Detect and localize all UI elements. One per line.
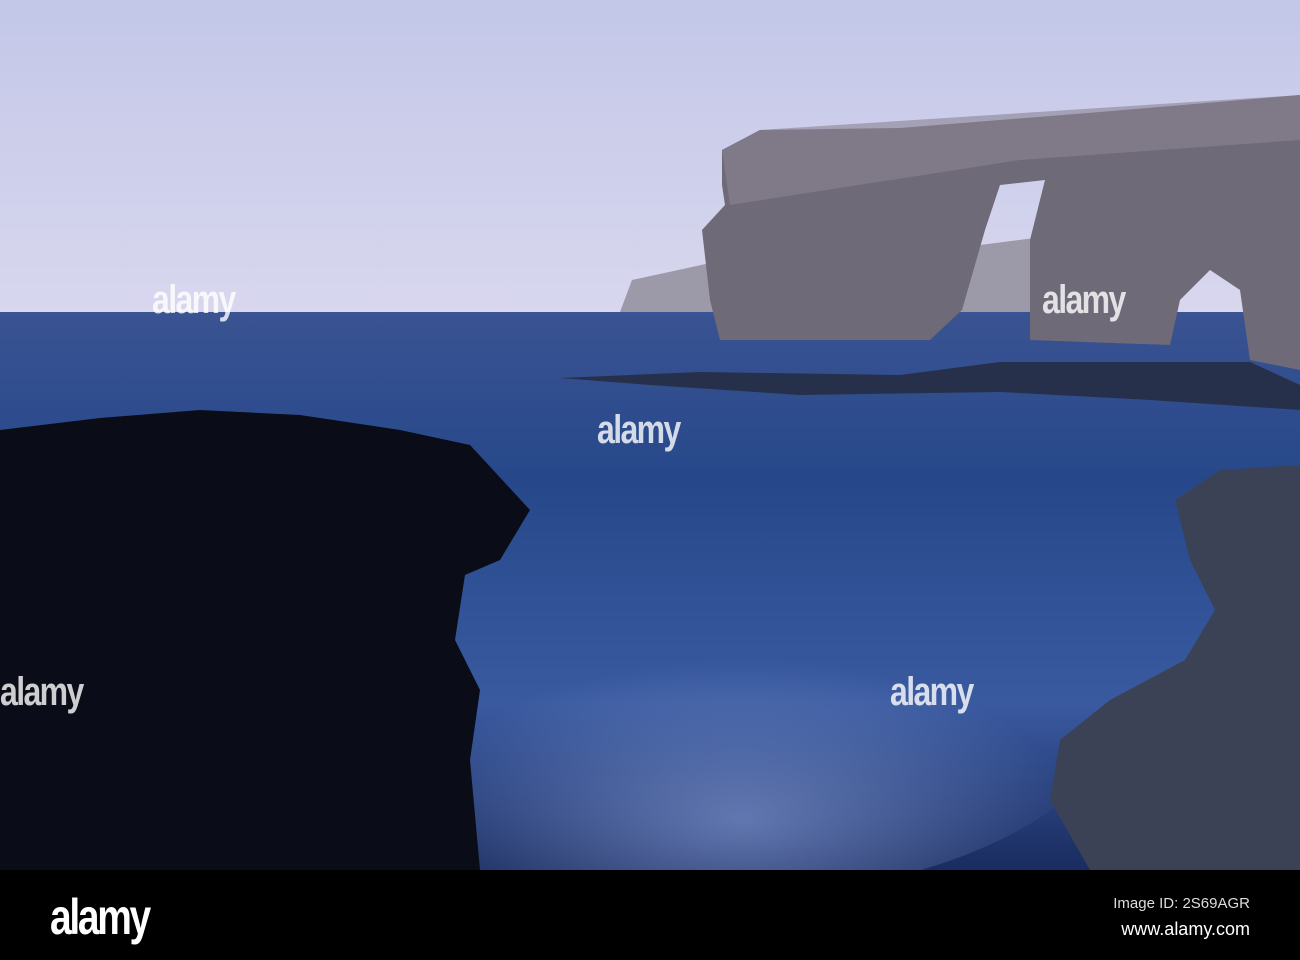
site-url: www.alamy.com — [1121, 919, 1250, 939]
alamy-logo: alamy — [50, 889, 151, 945]
watermark: alamy — [1042, 278, 1126, 322]
photo-stage: alamy alamy alamy alamy alamy alamy Imag… — [0, 0, 1300, 960]
watermark: alamy — [152, 278, 236, 322]
watermark: alamy — [0, 670, 84, 714]
image-id: Image ID: 2S69AGR — [1113, 895, 1250, 912]
watermark: alamy — [890, 670, 974, 714]
foreground-rock-left — [0, 410, 530, 870]
watermark: alamy — [597, 408, 681, 452]
footer-bar: alamy Image ID: 2S69AGR www.alamy.com — [0, 870, 1300, 960]
